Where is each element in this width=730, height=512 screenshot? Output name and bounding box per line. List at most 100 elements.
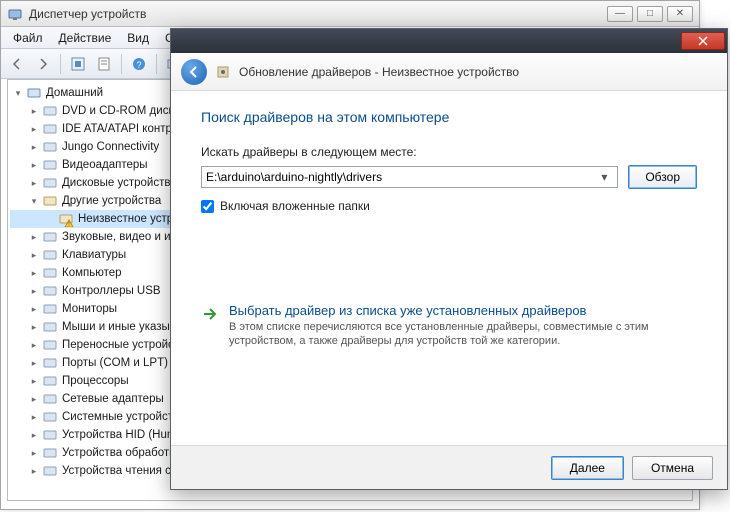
toolbar-show-hidden[interactable] [66, 52, 90, 76]
tree-item-label: Сетевые адаптеры [62, 390, 164, 408]
expander-icon[interactable]: ▾ [12, 87, 24, 99]
device-icon [42, 247, 58, 263]
device-icon [42, 193, 58, 209]
device-icon [42, 337, 58, 353]
device-icon [42, 373, 58, 389]
toolbar-properties[interactable] [92, 52, 116, 76]
dropdown-arrow-icon[interactable]: ▾ [595, 168, 613, 186]
expander-icon[interactable]: ▸ [28, 159, 40, 171]
include-subfolders-checkbox[interactable] [201, 200, 214, 213]
tree-item-label: Jungo Connectivity [62, 138, 159, 156]
expander-icon[interactable]: ▸ [28, 447, 40, 459]
wizard-titlebar[interactable] [171, 29, 727, 53]
menu-file[interactable]: Файл [5, 29, 51, 47]
expander-icon[interactable]: ▸ [28, 231, 40, 243]
expander-icon[interactable]: ▸ [28, 375, 40, 387]
path-label: Искать драйверы в следующем месте: [201, 145, 697, 159]
wizard-footer: Далее Отмена [171, 445, 727, 489]
pick-option-desc: В этом списке перечисляются все установл… [229, 320, 669, 348]
expander-icon[interactable]: ▸ [28, 357, 40, 369]
tree-item-label: Переносные устройс [62, 336, 174, 354]
device-icon [26, 85, 42, 101]
device-icon [42, 229, 58, 245]
include-subfolders-row[interactable]: Включая вложенные папки [201, 199, 697, 213]
driver-path-combobox[interactable]: ▾ [201, 166, 618, 188]
tree-item-label: DVD и CD-ROM диско [62, 102, 180, 120]
minimize-button[interactable]: ― [607, 6, 633, 22]
browse-button[interactable]: Обзор [628, 165, 697, 189]
expander-icon[interactable] [44, 213, 56, 225]
driver-path-input[interactable] [206, 170, 595, 184]
device-icon [42, 409, 58, 425]
tree-item-label: Системные устройст [62, 408, 173, 426]
tree-item-label: Видеоадаптеры [62, 156, 148, 174]
expander-icon[interactable]: ▸ [28, 123, 40, 135]
expander-icon[interactable]: ▸ [28, 429, 40, 441]
tree-item-label: Устройства HID (Hum [62, 426, 176, 444]
cancel-button[interactable]: Отмена [632, 456, 713, 480]
device-icon [42, 139, 58, 155]
tree-item-label: Неизвестное устр [78, 210, 173, 228]
device-icon: ! [58, 211, 74, 227]
toolbar-forward[interactable] [31, 52, 55, 76]
include-subfolders-label: Включая вложенные папки [220, 199, 370, 213]
device-icon [42, 121, 58, 137]
menu-action[interactable]: Действие [51, 29, 120, 47]
driver-update-icon [215, 64, 231, 80]
arrow-right-icon [201, 305, 219, 323]
device-icon [42, 175, 58, 191]
expander-icon[interactable]: ▸ [28, 303, 40, 315]
expander-icon[interactable]: ▸ [28, 105, 40, 117]
device-icon [42, 103, 58, 119]
wizard-body: Поиск драйверов на этом компьютере Искат… [171, 91, 727, 358]
wizard-back-button[interactable] [181, 59, 207, 85]
expander-icon[interactable]: ▾ [28, 195, 40, 207]
wizard-header: Обновление драйверов - Неизвестное устро… [171, 53, 727, 91]
tree-item-label: Звуковые, видео и иг [62, 228, 175, 246]
expander-icon[interactable]: ▸ [28, 267, 40, 279]
device-icon [42, 355, 58, 371]
device-icon [42, 427, 58, 443]
toolbar-help-icon[interactable]: ? [127, 52, 151, 76]
device-manager-icon [7, 6, 23, 22]
pick-from-list-option[interactable]: Выбрать драйвер из списка уже установлен… [201, 303, 697, 348]
device-icon [42, 463, 58, 479]
wizard-close-button[interactable] [681, 32, 725, 50]
maximize-button[interactable]: □ [637, 6, 663, 22]
device-icon [42, 157, 58, 173]
expander-icon[interactable]: ▸ [28, 141, 40, 153]
toolbar-back[interactable] [5, 52, 29, 76]
tree-item-label: Процессоры [62, 372, 129, 390]
device-icon [42, 445, 58, 461]
pick-option-title: Выбрать драйвер из списка уже установлен… [229, 303, 669, 318]
close-button[interactable]: ✕ [667, 6, 693, 22]
back-arrow-icon [187, 65, 201, 79]
tree-item-label: Порты (COM и LPT) [62, 354, 168, 372]
expander-icon[interactable]: ▸ [28, 411, 40, 423]
titlebar[interactable]: Диспетчер устройств ― □ ✕ [1, 1, 699, 27]
toolbar-separator [156, 54, 157, 74]
expander-icon[interactable]: ▸ [28, 393, 40, 405]
expander-icon[interactable]: ▸ [28, 285, 40, 297]
wizard-heading: Поиск драйверов на этом компьютере [201, 109, 697, 125]
menu-view[interactable]: Вид [119, 29, 157, 47]
tree-item-label: Мыши и иные указыв [62, 318, 176, 336]
expander-icon[interactable]: ▸ [28, 465, 40, 477]
tree-item-label: Другие устройства [62, 192, 161, 210]
device-icon [42, 265, 58, 281]
tree-item-label: Компьютер [62, 264, 122, 282]
close-icon [698, 36, 708, 46]
expander-icon[interactable]: ▸ [28, 249, 40, 261]
tree-item-label: Устройства обработк [62, 444, 174, 462]
next-button[interactable]: Далее [551, 456, 624, 480]
tree-item-label: IDE ATA/ATAPI контр [62, 120, 172, 138]
device-icon [42, 283, 58, 299]
expander-icon[interactable]: ▸ [28, 321, 40, 333]
expander-icon[interactable]: ▸ [28, 177, 40, 189]
expander-icon[interactable]: ▸ [28, 339, 40, 351]
tree-item-label: Устройства чтения см [62, 462, 179, 480]
device-icon [42, 301, 58, 317]
tree-item-label: Контроллеры USB [62, 282, 161, 300]
toolbar-separator [121, 54, 122, 74]
tree-item-label: Домашний [46, 84, 103, 102]
